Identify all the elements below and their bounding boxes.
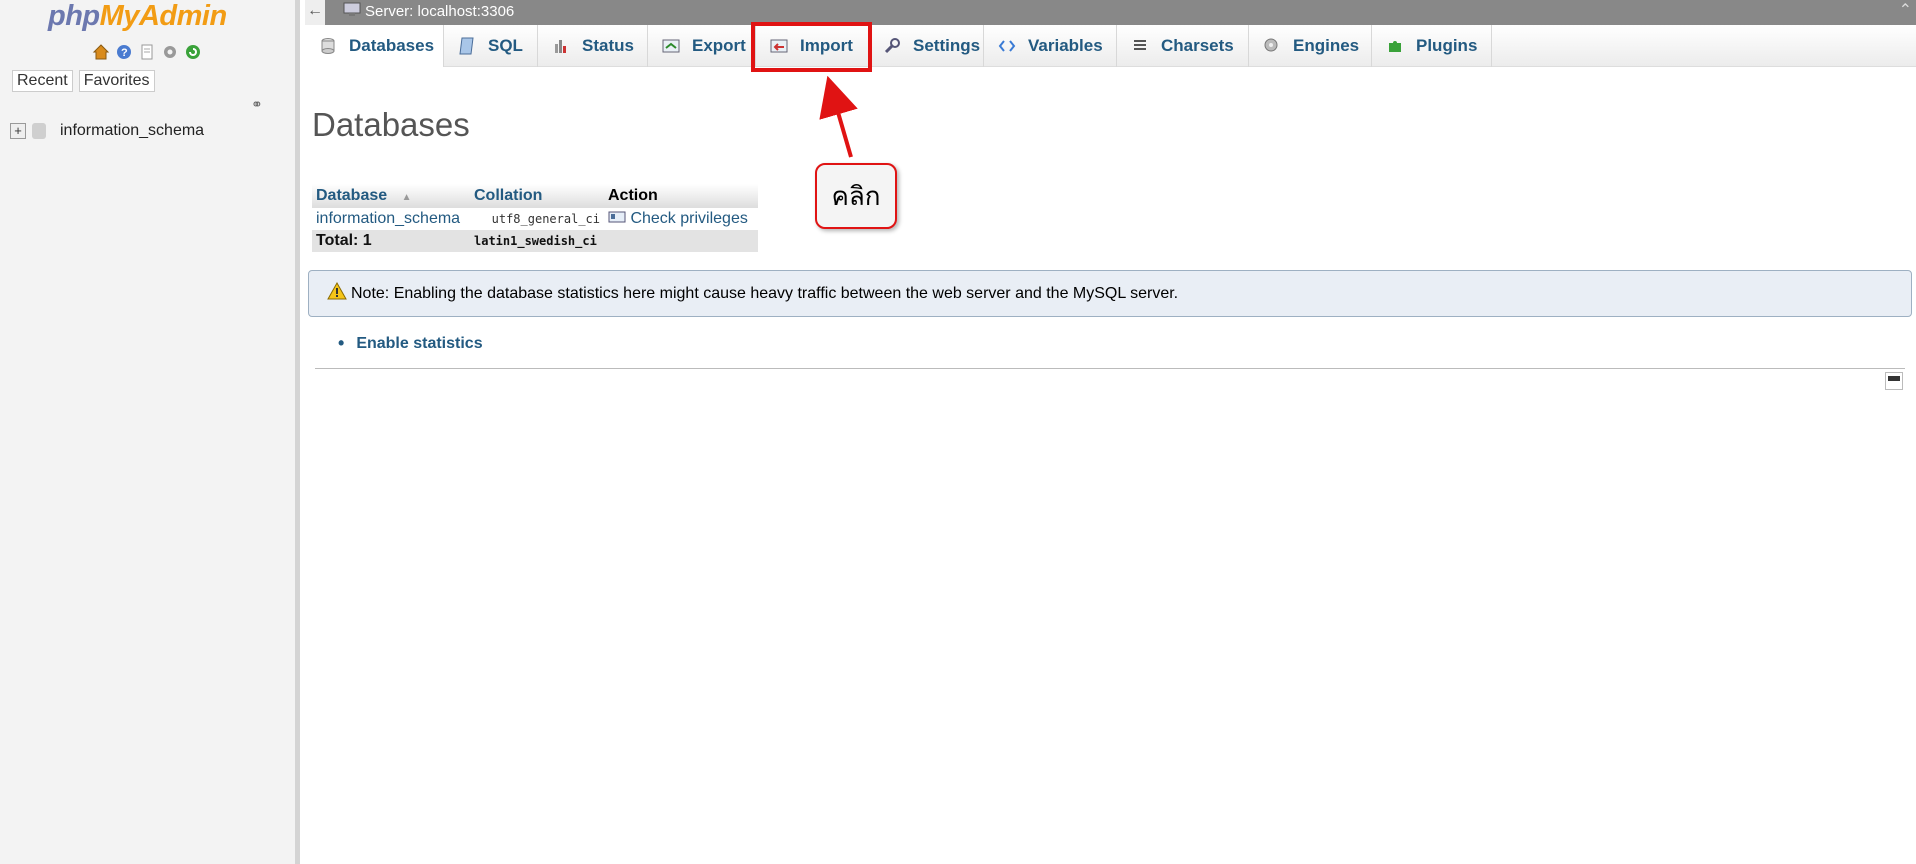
breadcrumb[interactable]: Server: localhost:3306 [343,1,514,21]
column-header-action: Action [604,184,758,208]
docs-icon[interactable] [137,42,157,62]
main-menu: Databases SQL Status Export Import Setti… [305,25,1916,67]
tab-label: Export [692,36,746,55]
server-icon [343,1,361,21]
navigation-panel: phpMyAdmin ? Recent Favorites ⚭ + inform… [0,0,300,864]
collapse-nav-arrow-icon[interactable]: ← [305,0,325,25]
tab-sql[interactable]: SQL [444,25,538,67]
tab-label: Variables [1028,36,1103,55]
console-icon[interactable] [1885,372,1903,390]
puzzle-icon [1386,37,1404,55]
svg-text:?: ? [121,47,128,59]
column-header-database[interactable]: Database ▲ [312,184,470,208]
quick-links: ? [91,42,203,62]
tab-status[interactable]: Status [538,25,648,67]
check-privileges-icon[interactable] [608,210,626,227]
engines-icon [1263,37,1281,55]
tab-charsets[interactable]: Charsets [1117,25,1249,67]
total-label: Total: 1 [312,230,470,252]
database-cell[interactable]: information_schema [312,208,470,230]
wrench-icon [883,37,901,55]
check-privileges-link[interactable]: Check privileges [630,210,747,227]
enable-statistics-item: • Enable statistics [338,333,483,354]
tab-label: SQL [488,36,523,55]
variables-icon [998,37,1016,55]
tab-engines[interactable]: Engines [1249,25,1372,67]
tab-label: Settings [913,36,981,55]
charsets-icon [1131,37,1149,55]
export-icon [662,37,680,55]
scroll-to-top-icon[interactable]: ⌃ [1899,0,1912,20]
home-icon[interactable] [91,42,111,62]
sort-ascending-icon: ▲ [401,192,412,203]
database-link[interactable]: information_schema [316,210,460,227]
logo-text-php: php [48,0,100,32]
tab-variables[interactable]: Variables [984,25,1117,67]
page-title: Databases [312,106,470,143]
divider [315,368,1905,369]
import-highlight-box [751,22,872,72]
tab-export[interactable]: Export [648,25,756,67]
help-icon[interactable]: ? [114,42,134,62]
tab-label: Engines [1293,36,1360,55]
table-header-row: Database ▲ Collation Action [312,184,758,208]
expand-icon[interactable]: + [10,123,26,139]
total-action-cell [604,230,758,252]
tab-settings[interactable]: Settings [869,25,984,67]
reload-icon[interactable] [183,42,203,62]
tab-label: Databases [349,36,435,55]
database-icon [32,123,46,139]
click-callout: คลิก [815,163,897,229]
database-icon [319,37,337,55]
databases-table: Database ▲ Collation Action information_… [312,184,758,252]
header-label: Action [608,187,658,204]
tab-databases[interactable]: Databases [305,25,444,67]
table-row: information_schema utf8_general_ci Check… [312,208,758,230]
collation-cell: utf8_general_ci [470,208,604,230]
favorites-tab[interactable]: Favorites [78,70,155,92]
tree-item-label[interactable]: information_schema [60,122,204,140]
logo-text-myadmin: MyAdmin [99,0,228,32]
column-header-collation[interactable]: Collation [470,184,604,208]
server-label[interactable]: Server: localhost:3306 [365,3,514,20]
action-cell: Check privileges [604,208,758,230]
enable-statistics-link[interactable]: Enable statistics [356,335,482,353]
tab-label: Plugins [1416,36,1478,55]
status-icon [552,37,570,55]
tab-plugins[interactable]: Plugins [1372,25,1492,67]
statistics-notice: Note: Enabling the database statistics h… [308,270,1912,317]
settings-gear-icon[interactable] [160,42,180,62]
header-label: Collation [474,187,543,204]
warning-icon [327,281,347,305]
link-with-main-panel-icon[interactable]: ⚭ [251,96,263,113]
total-collation: latin1_swedish_ci [470,230,604,252]
phpmyadmin-logo[interactable]: phpMyAdmin [48,0,227,33]
table-total-row: Total: 1 latin1_swedish_ci [312,230,758,252]
tree-item-information-schema[interactable]: + information_schema [10,122,204,140]
notice-text: Note: Enabling the database statistics h… [351,284,1179,302]
header-label: Database [316,187,388,204]
tab-label: Charsets [1161,36,1234,55]
tab-label: Status [582,36,634,55]
sql-icon [458,37,476,55]
recent-tab[interactable]: Recent [12,70,73,92]
bullet-icon: • [338,333,345,353]
nav-tabs: Recent Favorites [12,70,155,92]
server-bar: ← Server: localhost:3306 ⌃ [305,0,1916,25]
